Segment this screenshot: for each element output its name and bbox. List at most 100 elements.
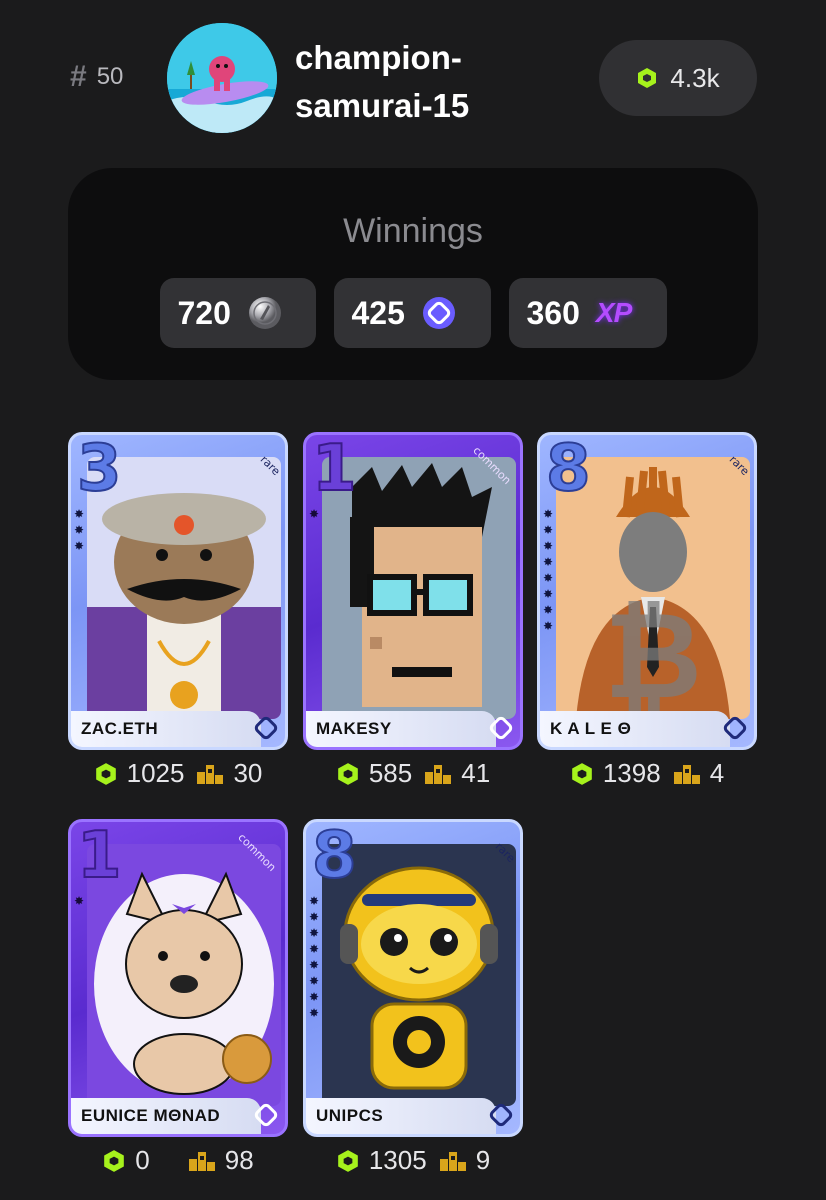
winnings-value: 360 <box>526 294 580 331</box>
card-level: 8 <box>545 432 592 506</box>
star-icon: ✸ <box>74 523 85 537</box>
hexagon-icon <box>638 68 657 88</box>
card-level: 1 <box>76 819 123 893</box>
card-makesy[interactable]: 1 common ✸ MAKESY 585 41 <box>303 432 523 789</box>
hash-icon: # <box>70 60 87 93</box>
silver-coin-icon <box>248 297 281 329</box>
card-stars: ✸ ✸ ✸ ✸ ✸ ✸ ✸ ✸ <box>309 894 319 1021</box>
rank-stat: 4 <box>673 758 724 789</box>
winnings-monad: 425 <box>333 278 491 348</box>
card-stats: 1305 9 <box>303 1145 523 1176</box>
star-icon: ✸ <box>74 539 85 553</box>
card-stats: 585 41 <box>303 758 523 789</box>
rank-stat: 30 <box>196 758 262 789</box>
star-icon: ✸ <box>543 539 554 553</box>
points-badge[interactable]: 4.3k <box>599 40 757 116</box>
xp-icon: XP <box>595 297 632 328</box>
star-icon: ✸ <box>309 942 320 956</box>
card-stats: 1398 4 <box>537 758 757 789</box>
rank: # 50 <box>70 62 123 92</box>
rank-value: 9 <box>475 1145 491 1175</box>
score-value: 1025 <box>126 758 185 788</box>
star-icon: ✸ <box>309 990 320 1004</box>
username: champion-samurai-15 <box>295 39 470 124</box>
card-namebar: UNIPCS <box>306 1098 496 1134</box>
rank-stat: 9 <box>439 1145 490 1176</box>
hexagon-icon <box>338 762 358 785</box>
monad-badge-icon <box>489 716 513 740</box>
score-stat: 1305 <box>336 1145 427 1176</box>
star-icon: ✸ <box>309 958 320 972</box>
rank-value: 41 <box>461 758 491 788</box>
monad-badge-icon <box>723 716 747 740</box>
card-name: MAKESY <box>316 719 392 738</box>
card-eunice-monad[interactable]: 1 common ✸ EUNICE MΘNAD 0 98 <box>68 819 288 1176</box>
rank-value: 4 <box>709 758 725 788</box>
score-stat: 1398 <box>570 758 661 789</box>
podium-icon <box>188 1151 215 1171</box>
hexagon-icon <box>95 762 116 785</box>
card-name: ZAC.ETH <box>81 719 159 738</box>
player-card[interactable]: 1 common ✸ MAKESY <box>303 432 523 750</box>
card-namebar: EUNICE MΘNAD <box>71 1098 261 1134</box>
star-icon: ✸ <box>543 603 554 617</box>
rank-number: 50 <box>96 63 124 90</box>
card-stars: ✸ <box>74 894 84 909</box>
score-value: 1305 <box>368 1145 427 1175</box>
winnings-panel: Winnings 720 425 360 XP <box>68 168 758 380</box>
monad-badge-icon <box>254 716 278 740</box>
star-icon: ✸ <box>543 555 554 569</box>
card-namebar: ZAC.ETH <box>71 711 261 747</box>
score-value: 1398 <box>602 758 661 788</box>
avatar[interactable] <box>167 23 277 133</box>
winnings-value: 425 <box>351 294 405 331</box>
star-icon: ✸ <box>309 910 320 924</box>
hexagon-icon <box>104 1149 125 1172</box>
card-namebar: MAKESY <box>306 711 496 747</box>
star-icon: ✸ <box>309 507 320 521</box>
card-level: 1 <box>311 432 358 506</box>
rank-value: 30 <box>233 758 263 788</box>
hexagon-icon <box>338 1149 358 1172</box>
card-name: UNIPCS <box>316 1106 384 1125</box>
star-icon: ✸ <box>309 926 320 940</box>
podium-icon <box>425 764 452 784</box>
podium-icon <box>673 764 700 784</box>
card-kaleo[interactable]: ₿ 8 rare ✸ ✸ ✸ ✸ ✸ ✸ ✸ ✸ K A L E Θ 1398 4 <box>537 432 757 789</box>
star-icon: ✸ <box>543 619 554 633</box>
card-name: EUNICE MΘNAD <box>81 1106 221 1125</box>
podium-icon <box>439 1151 466 1171</box>
points-value: 4.3k <box>670 62 720 93</box>
card-stars: ✸ <box>309 507 319 522</box>
card-zac-eth[interactable]: 3 rare ✸ ✸ ✸ ZAC.ETH 1025 30 <box>68 432 288 789</box>
card-unipcs[interactable]: 8 rare ✸ ✸ ✸ ✸ ✸ ✸ ✸ ✸ UNIPCS 1305 9 <box>303 819 523 1176</box>
star-icon: ✸ <box>309 1006 320 1020</box>
card-namebar: K A L E Θ <box>540 711 730 747</box>
card-stats: 1025 30 <box>68 758 288 789</box>
card-level: 3 <box>76 432 123 506</box>
star-icon: ✸ <box>74 894 85 908</box>
player-card[interactable]: ₿ 8 rare ✸ ✸ ✸ ✸ ✸ ✸ ✸ ✸ K A L E Θ <box>537 432 757 750</box>
winnings-xp: 360 XP <box>508 278 667 348</box>
score-stat: 0 <box>102 1145 150 1176</box>
rank-stat: 41 <box>424 758 490 789</box>
star-icon: ✸ <box>543 587 554 601</box>
star-icon: ✸ <box>74 507 85 521</box>
winnings-silver: 720 <box>159 278 316 348</box>
hexagon-icon <box>572 762 592 785</box>
star-icon: ✸ <box>543 523 554 537</box>
score-stat: 585 <box>336 758 412 789</box>
star-icon: ✸ <box>309 974 320 988</box>
player-card[interactable]: 8 rare ✸ ✸ ✸ ✸ ✸ ✸ ✸ ✸ UNIPCS <box>303 819 523 1137</box>
podium-icon <box>197 764 224 784</box>
score-stat: 1025 <box>94 758 185 789</box>
player-card[interactable]: 3 rare ✸ ✸ ✸ ZAC.ETH <box>68 432 288 750</box>
card-stars: ✸ ✸ ✸ ✸ ✸ ✸ ✸ ✸ <box>543 507 553 634</box>
winnings-value: 720 <box>177 294 231 331</box>
star-icon: ✸ <box>543 507 554 521</box>
card-name: K A L E Θ <box>550 719 632 738</box>
monad-badge-icon <box>254 1103 278 1127</box>
svg-text:₿: ₿ <box>604 587 702 719</box>
player-card[interactable]: 1 common ✸ EUNICE MΘNAD <box>68 819 288 1137</box>
card-stars: ✸ ✸ ✸ <box>74 507 84 554</box>
